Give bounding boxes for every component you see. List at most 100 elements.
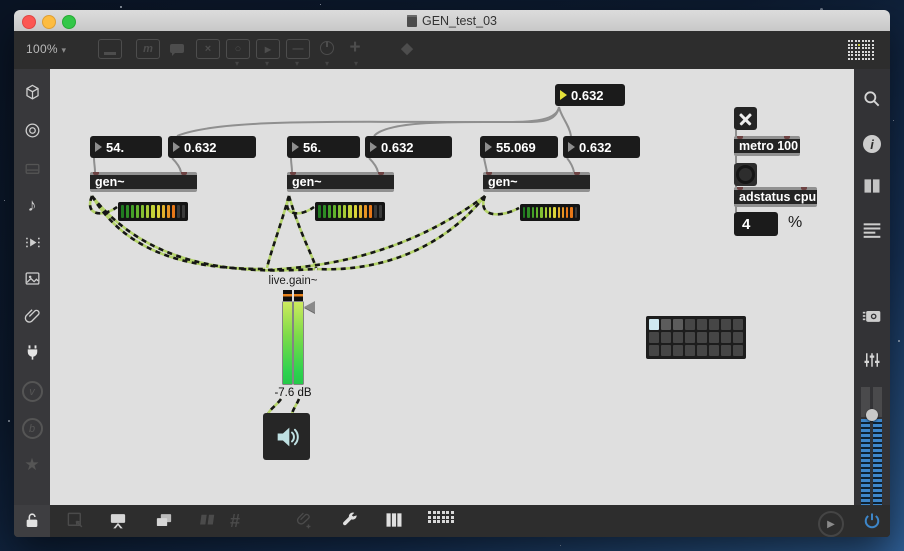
bang-button[interactable] [734, 163, 757, 186]
step-keyboard-icon[interactable] [428, 511, 454, 523]
beap-icon[interactable]: b [14, 418, 50, 439]
cpu-number-box[interactable]: 4 [734, 212, 778, 236]
reference-book-icon[interactable] [854, 177, 890, 195]
paint-icon[interactable]: ◆ [396, 39, 418, 57]
add-object-icon[interactable]: + [344, 37, 366, 58]
inlet[interactable] [737, 136, 743, 139]
chevron-down-icon[interactable]: ▾ [325, 59, 329, 68]
video-icon[interactable] [14, 233, 50, 252]
inlet[interactable] [574, 172, 580, 175]
play-circle-icon[interactable]: ▶ [818, 511, 844, 537]
flonum-freq-1[interactable]: 54. [90, 136, 162, 158]
chevron-down-icon[interactable]: ▾ [354, 59, 358, 68]
grid-icon[interactable]: # [230, 511, 240, 532]
layers-icon[interactable] [154, 511, 174, 530]
flonum-amp-1[interactable]: 0.632 [168, 136, 256, 158]
object-icon[interactable]: — [286, 39, 310, 59]
console-icon[interactable] [14, 159, 50, 178]
plug-icon[interactable] [14, 343, 50, 362]
ezdac-speaker-button[interactable] [263, 413, 310, 460]
chevron-down-icon[interactable]: ▾ [235, 59, 239, 68]
matrix-cell[interactable] [709, 345, 719, 356]
snapshot-camera-icon[interactable] [854, 307, 890, 325]
attachment-icon[interactable] [14, 307, 50, 326]
inlet[interactable] [784, 136, 790, 139]
chevron-down-icon[interactable]: ▾ [265, 59, 269, 68]
matrix-cell[interactable] [649, 319, 659, 330]
meter-1[interactable] [118, 202, 188, 221]
mixer-icon[interactable] [854, 351, 890, 369]
matrix-cell[interactable] [709, 332, 719, 343]
matrix-cell[interactable] [661, 319, 671, 330]
matrix-cell[interactable] [649, 345, 659, 356]
toggle-box[interactable] [734, 107, 757, 130]
matrix-cell[interactable] [697, 319, 707, 330]
flonum-amp-3[interactable]: 0.632 [563, 136, 640, 158]
metro-object[interactable]: metro 100 [734, 136, 800, 156]
gain-slider-handle[interactable] [304, 301, 315, 313]
image-icon[interactable] [14, 269, 50, 288]
inlet[interactable] [93, 172, 99, 175]
toggle-icon[interactable]: × [196, 39, 220, 59]
flonum-amp-2[interactable]: 0.632 [365, 136, 452, 158]
zoom-level-control[interactable]: 100% ▾ [26, 42, 66, 56]
console-list-icon[interactable] [854, 221, 890, 239]
attach-add-icon[interactable] [295, 511, 314, 530]
flonum-master-amp[interactable]: 0.632 [555, 84, 625, 106]
patcher-icon[interactable] [98, 39, 122, 59]
gain-meter-right[interactable] [294, 302, 303, 384]
matrix-cell[interactable] [685, 345, 695, 356]
presentation-icon[interactable] [108, 511, 128, 530]
gen-object-1[interactable]: gen~ [90, 172, 197, 192]
matrix-cell[interactable] [733, 332, 743, 343]
target-icon[interactable] [14, 121, 50, 140]
cube-icon[interactable] [14, 83, 50, 102]
inlet[interactable] [181, 172, 187, 175]
inlet[interactable] [486, 172, 492, 175]
matrix-cell[interactable] [685, 319, 695, 330]
adstatus-object[interactable]: adstatus cpu [734, 187, 817, 207]
favorites-icon[interactable]: ★ [14, 455, 50, 475]
inlet[interactable] [801, 187, 807, 190]
wrench-icon[interactable] [340, 511, 359, 530]
matrix-cell[interactable] [661, 345, 671, 356]
inlet[interactable] [737, 187, 743, 190]
select-icon[interactable] [66, 511, 85, 530]
meter-2[interactable] [315, 202, 385, 221]
matrix-cell[interactable] [697, 332, 707, 343]
align-icon[interactable] [198, 511, 218, 529]
comment-icon[interactable] [166, 39, 188, 57]
volume-slider-knob[interactable] [866, 409, 878, 421]
matrix-cell[interactable] [661, 332, 671, 343]
search-icon[interactable] [854, 89, 890, 109]
matrix-cell[interactable] [685, 332, 695, 343]
meter-3[interactable] [520, 204, 580, 221]
matrix-cell[interactable] [697, 345, 707, 356]
message-cords[interactable] [93, 106, 737, 212]
matrix-control[interactable] [646, 316, 746, 359]
audio-power-cell[interactable] [854, 505, 890, 537]
playbar-icon[interactable]: ▶ [256, 39, 280, 59]
gen-object-3[interactable]: gen~ [483, 172, 590, 192]
matrix-cell[interactable] [709, 319, 719, 330]
matrix-cell[interactable] [673, 345, 683, 356]
chevron-down-icon[interactable]: ▾ [295, 59, 299, 68]
grid-overlay-icon[interactable] [848, 40, 874, 60]
lock-cell[interactable] [14, 505, 50, 537]
gain-meter-left[interactable] [283, 302, 292, 384]
matrix-cell[interactable] [673, 319, 683, 330]
matrix-cell[interactable] [733, 319, 743, 330]
matrix-cell[interactable] [673, 332, 683, 343]
message-icon[interactable]: m [136, 39, 160, 59]
piano-icon[interactable] [384, 511, 404, 529]
matrix-cell[interactable] [721, 319, 731, 330]
flonum-freq-2[interactable]: 56. [287, 136, 360, 158]
titlebar[interactable]: GEN_test_03 [14, 10, 890, 32]
inspector-info-icon[interactable]: i [854, 135, 890, 153]
audio-note-icon[interactable]: ♪ [14, 195, 50, 216]
matrix-cell[interactable] [721, 332, 731, 343]
gen-object-2[interactable]: gen~ [287, 172, 394, 192]
vizzie-icon[interactable]: v [14, 381, 50, 402]
matrix-cell[interactable] [733, 345, 743, 356]
inlet[interactable] [378, 172, 384, 175]
